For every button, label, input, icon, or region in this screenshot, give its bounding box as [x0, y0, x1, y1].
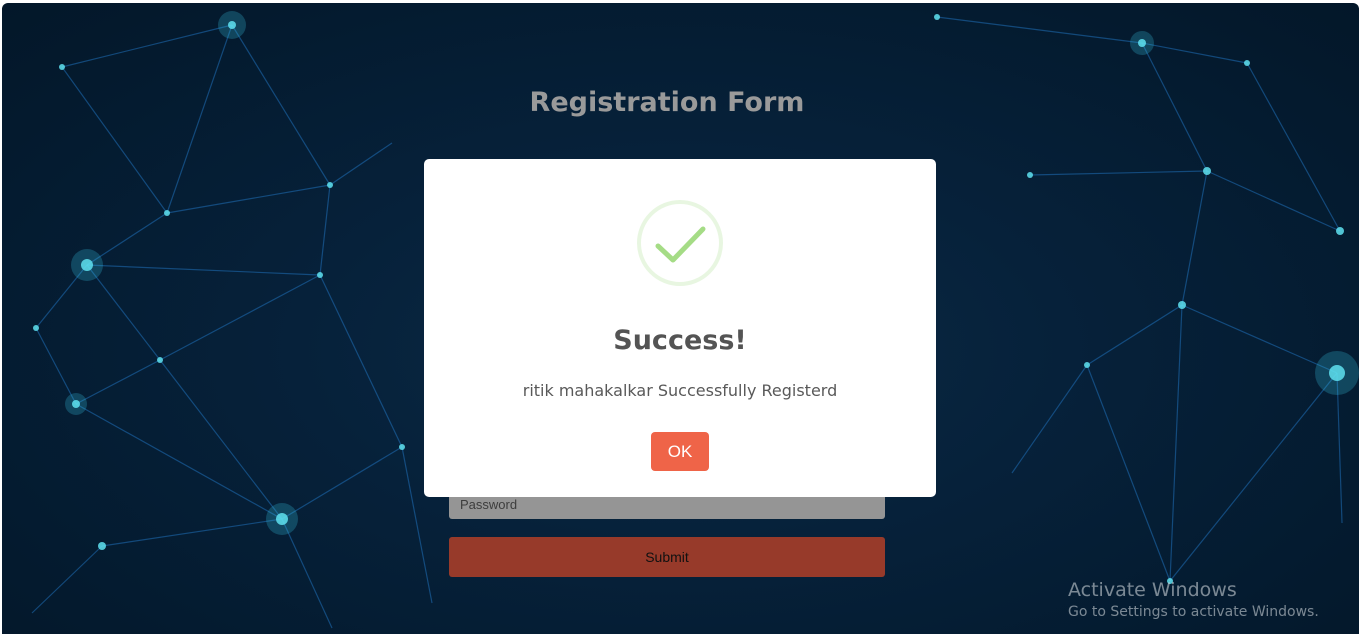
- watermark-subtitle: Go to Settings to activate Windows.: [1068, 604, 1319, 620]
- dialog-message: ritik mahakalkar Successfully Registerd: [522, 381, 838, 400]
- success-dialog: Success! ritik mahakalkar Successfully R…: [424, 159, 936, 497]
- dialog-title: Success!: [613, 325, 747, 356]
- watermark-title: Activate Windows: [1068, 579, 1237, 601]
- ok-button[interactable]: OK: [651, 432, 709, 471]
- page-background: Registration Form Submit Success! ritik …: [2, 3, 1359, 634]
- check-circle-icon: [637, 200, 723, 286]
- activate-windows-watermark: Activate Windows Go to Settings to activ…: [1068, 578, 1319, 622]
